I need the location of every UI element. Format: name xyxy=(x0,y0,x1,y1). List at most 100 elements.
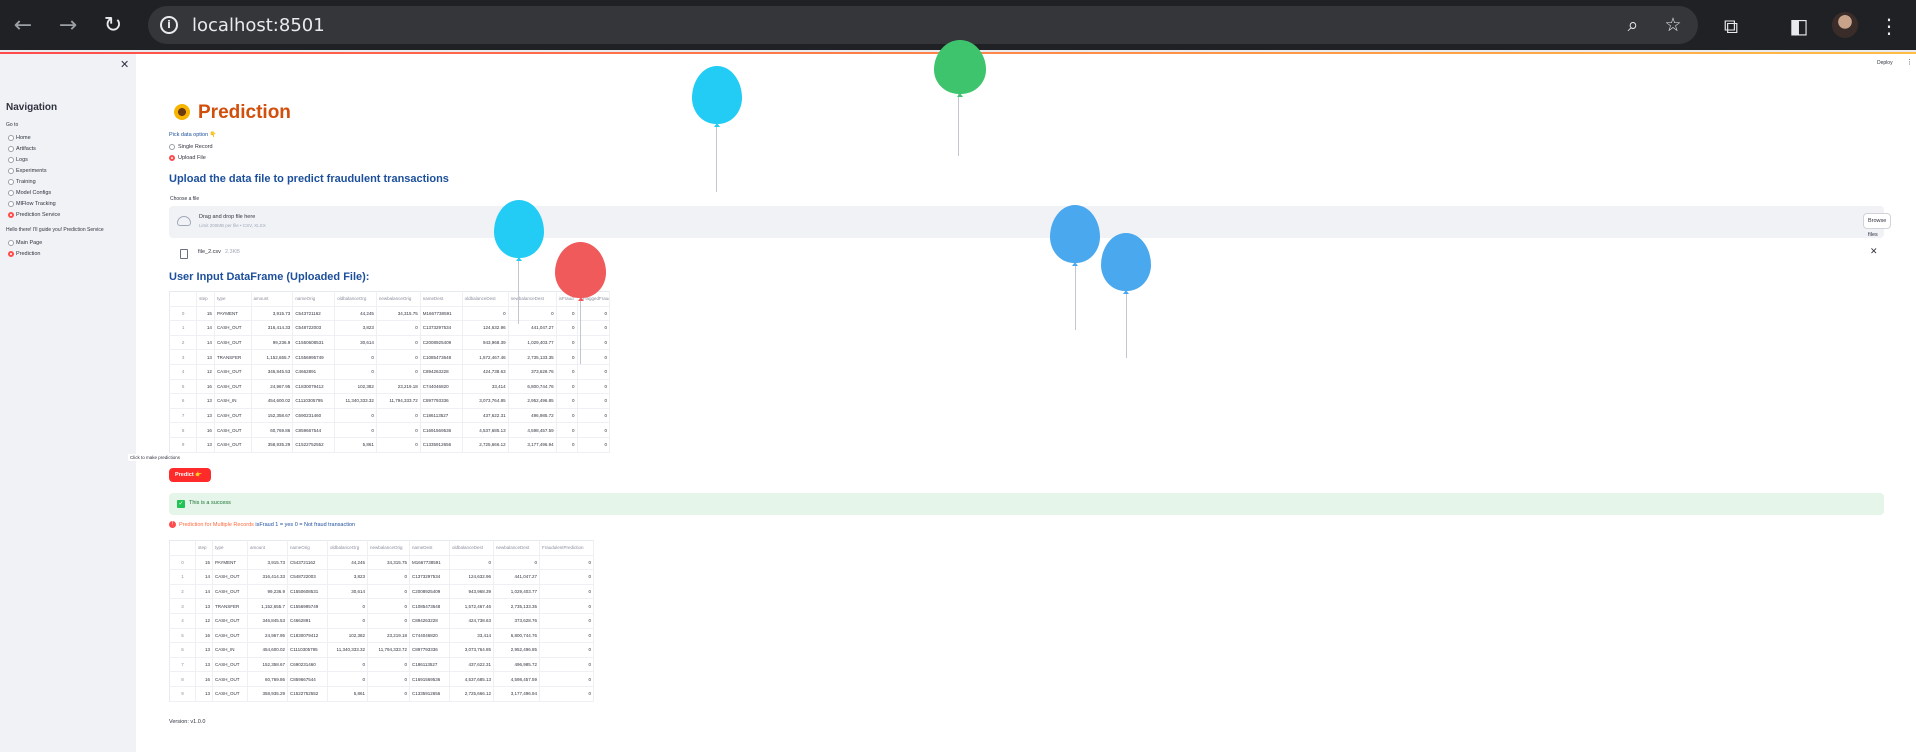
table-cell[interactable]: CASH_OUT xyxy=(214,335,252,351)
table-cell[interactable]: 0 xyxy=(367,657,410,673)
table-cell[interactable]: CASH_OUT xyxy=(212,671,248,687)
column-header[interactable]: newbalanceOrig xyxy=(376,291,421,307)
table-cell[interactable]: CASH_OUT xyxy=(214,320,252,336)
table-cell[interactable]: 23,219.18 xyxy=(376,379,421,395)
table-cell[interactable]: C1522752552 xyxy=(292,437,336,453)
remove-file-icon[interactable]: ✕ xyxy=(1870,247,1878,257)
table-cell[interactable]: 424,738.63 xyxy=(462,364,509,380)
table-cell[interactable]: 4,598,457.59 xyxy=(493,671,540,687)
table-cell[interactable]: TRANSFER xyxy=(214,349,252,365)
row-index[interactable]: 5 xyxy=(169,379,198,395)
table-cell[interactable]: C1110305795 xyxy=(287,642,328,658)
table-cell[interactable]: 1,029,403.77 xyxy=(493,584,540,600)
table-cell[interactable]: 13 xyxy=(196,437,215,453)
table-cell[interactable]: C859667544 xyxy=(287,671,328,687)
column-header[interactable]: nameDest xyxy=(420,291,463,307)
table-cell[interactable]: 0 xyxy=(367,584,410,600)
sidebar-item-experiments[interactable]: Experiments xyxy=(8,167,47,175)
table-cell[interactable]: 496,985.72 xyxy=(493,657,540,673)
row-index[interactable]: 6 xyxy=(169,393,198,409)
table-row[interactable]: 4 12 CASH_OUT 346,845.53 C4662891 0 0 C89426322… xyxy=(169,364,611,380)
table-cell[interactable]: 0 xyxy=(462,306,509,322)
table-cell[interactable]: C1691569536 xyxy=(420,422,463,438)
table-cell[interactable]: C4662891 xyxy=(292,364,336,380)
column-header[interactable]: type xyxy=(212,540,248,556)
table-row[interactable]: 8 16 CASH_OUT 60,769.86 C859667544 0 0 C1691569… xyxy=(169,671,594,687)
table-cell[interactable]: 0 xyxy=(539,584,594,600)
table-cell[interactable]: 346,845.53 xyxy=(251,364,294,380)
file-dropzone[interactable]: Drag and drop file here Limit 200MB per … xyxy=(169,206,1892,238)
row-index[interactable]: 3 xyxy=(169,598,196,614)
predict-button[interactable]: Predict 👉 xyxy=(169,468,211,482)
table-cell[interactable]: CASH_OUT xyxy=(212,628,248,644)
table-cell[interactable]: C2008925409 xyxy=(420,335,463,351)
table-cell[interactable]: TRANSFER xyxy=(212,598,248,614)
table-cell[interactable]: C1085473648 xyxy=(409,598,450,614)
table-cell[interactable]: 152,358.67 xyxy=(247,657,288,673)
column-header[interactable]: oldbalanceDest xyxy=(462,291,509,307)
table-cell[interactable]: 13 xyxy=(195,642,213,658)
table-cell[interactable]: 0 xyxy=(334,364,377,380)
table-cell[interactable]: 424,738.63 xyxy=(449,613,494,629)
table-cell[interactable]: C1085473648 xyxy=(420,349,463,365)
table-cell[interactable]: 24,967.95 xyxy=(247,628,288,644)
option-upload-file[interactable]: Upload File xyxy=(169,154,206,162)
table-cell[interactable]: 0 xyxy=(334,422,377,438)
column-header[interactable]: amount xyxy=(247,540,288,556)
row-index[interactable]: 3 xyxy=(169,349,198,365)
row-index[interactable]: 9 xyxy=(169,437,198,453)
table-cell[interactable]: 5,861 xyxy=(334,437,377,453)
table-cell[interactable]: 102,382 xyxy=(334,379,377,395)
column-header[interactable]: oldbalanceDest xyxy=(449,540,494,556)
table-cell[interactable]: 34,315.75 xyxy=(376,306,421,322)
site-info-icon[interactable]: i xyxy=(160,16,178,34)
column-header[interactable]: step xyxy=(196,291,215,307)
table-cell[interactable]: 124,632.96 xyxy=(449,569,494,585)
table-cell[interactable]: 373,628.76 xyxy=(493,613,540,629)
table-cell[interactable]: 1,152,655.7 xyxy=(247,598,288,614)
table-cell[interactable]: 0 xyxy=(376,335,421,351)
sidebar-item-prediction-service[interactable]: Prediction Service xyxy=(8,211,60,219)
table-cell[interactable]: 0 xyxy=(367,569,410,585)
table-row[interactable]: 6 13 CASH_IN 454,600.02 C1110305795 11,340,33… xyxy=(169,393,611,409)
table-cell[interactable]: 16 xyxy=(195,671,213,687)
table-cell[interactable]: 1,029,403.77 xyxy=(508,335,557,351)
table-cell[interactable]: 441,047.27 xyxy=(493,569,540,585)
table-cell[interactable]: C1550608531 xyxy=(287,584,328,600)
table-cell[interactable]: 13 xyxy=(195,686,213,702)
table-cell[interactable]: C2008925409 xyxy=(409,584,450,600)
table-cell[interactable]: C690231460 xyxy=(287,657,328,673)
column-header[interactable]: nameDest xyxy=(409,540,450,556)
table-cell[interactable]: 0 xyxy=(556,306,578,322)
close-sidebar-icon[interactable]: ✕ xyxy=(120,58,129,71)
table-cell[interactable]: 33,414 xyxy=(462,379,509,395)
table-cell[interactable]: C186113527 xyxy=(420,408,463,424)
table-cell[interactable]: 0 xyxy=(556,422,578,438)
table-cell[interactable]: 12 xyxy=(196,364,215,380)
table-cell[interactable]: 0 xyxy=(556,364,578,380)
table-cell[interactable]: 0 xyxy=(539,598,594,614)
table-cell[interactable]: 0 xyxy=(556,437,578,453)
row-index[interactable]: 2 xyxy=(169,584,196,600)
table-cell[interactable]: 14 xyxy=(196,335,215,351)
table-cell[interactable]: 13 xyxy=(196,408,215,424)
table-row[interactable]: 8 16 CASH_OUT 60,769.86 C859667544 0 0 C1691569… xyxy=(169,422,611,438)
table-cell[interactable]: 44,245 xyxy=(334,306,377,322)
column-header[interactable]: oldbalanceOrg xyxy=(334,291,377,307)
table-cell[interactable]: 14 xyxy=(195,569,213,585)
table-cell[interactable]: 316,414.33 xyxy=(247,569,288,585)
table-cell[interactable]: 15 xyxy=(196,306,215,322)
table-cell[interactable]: 24,967.95 xyxy=(251,379,294,395)
reload-icon[interactable]: ↻ xyxy=(100,13,126,39)
table-cell[interactable]: 30,614 xyxy=(327,584,368,600)
input-dataframe[interactable]: step type amount nameOrig oldbalanceOrg newba… xyxy=(169,291,611,453)
table-cell[interactable]: 0 xyxy=(539,671,594,687)
table-cell[interactable]: 16 xyxy=(195,628,213,644)
table-cell[interactable]: C1373297534 xyxy=(420,320,463,336)
row-index[interactable]: 4 xyxy=(169,364,198,380)
sidebar-item-prediction[interactable]: Prediction xyxy=(8,250,40,258)
table-row[interactable]: 9 13 CASH_OUT 358,935.29 C1522752552 5,861 0 C1… xyxy=(169,686,594,702)
column-header[interactable]: type xyxy=(214,291,252,307)
table-cell[interactable]: 124,632.96 xyxy=(462,320,509,336)
table-cell[interactable]: CASH_OUT xyxy=(214,408,252,424)
